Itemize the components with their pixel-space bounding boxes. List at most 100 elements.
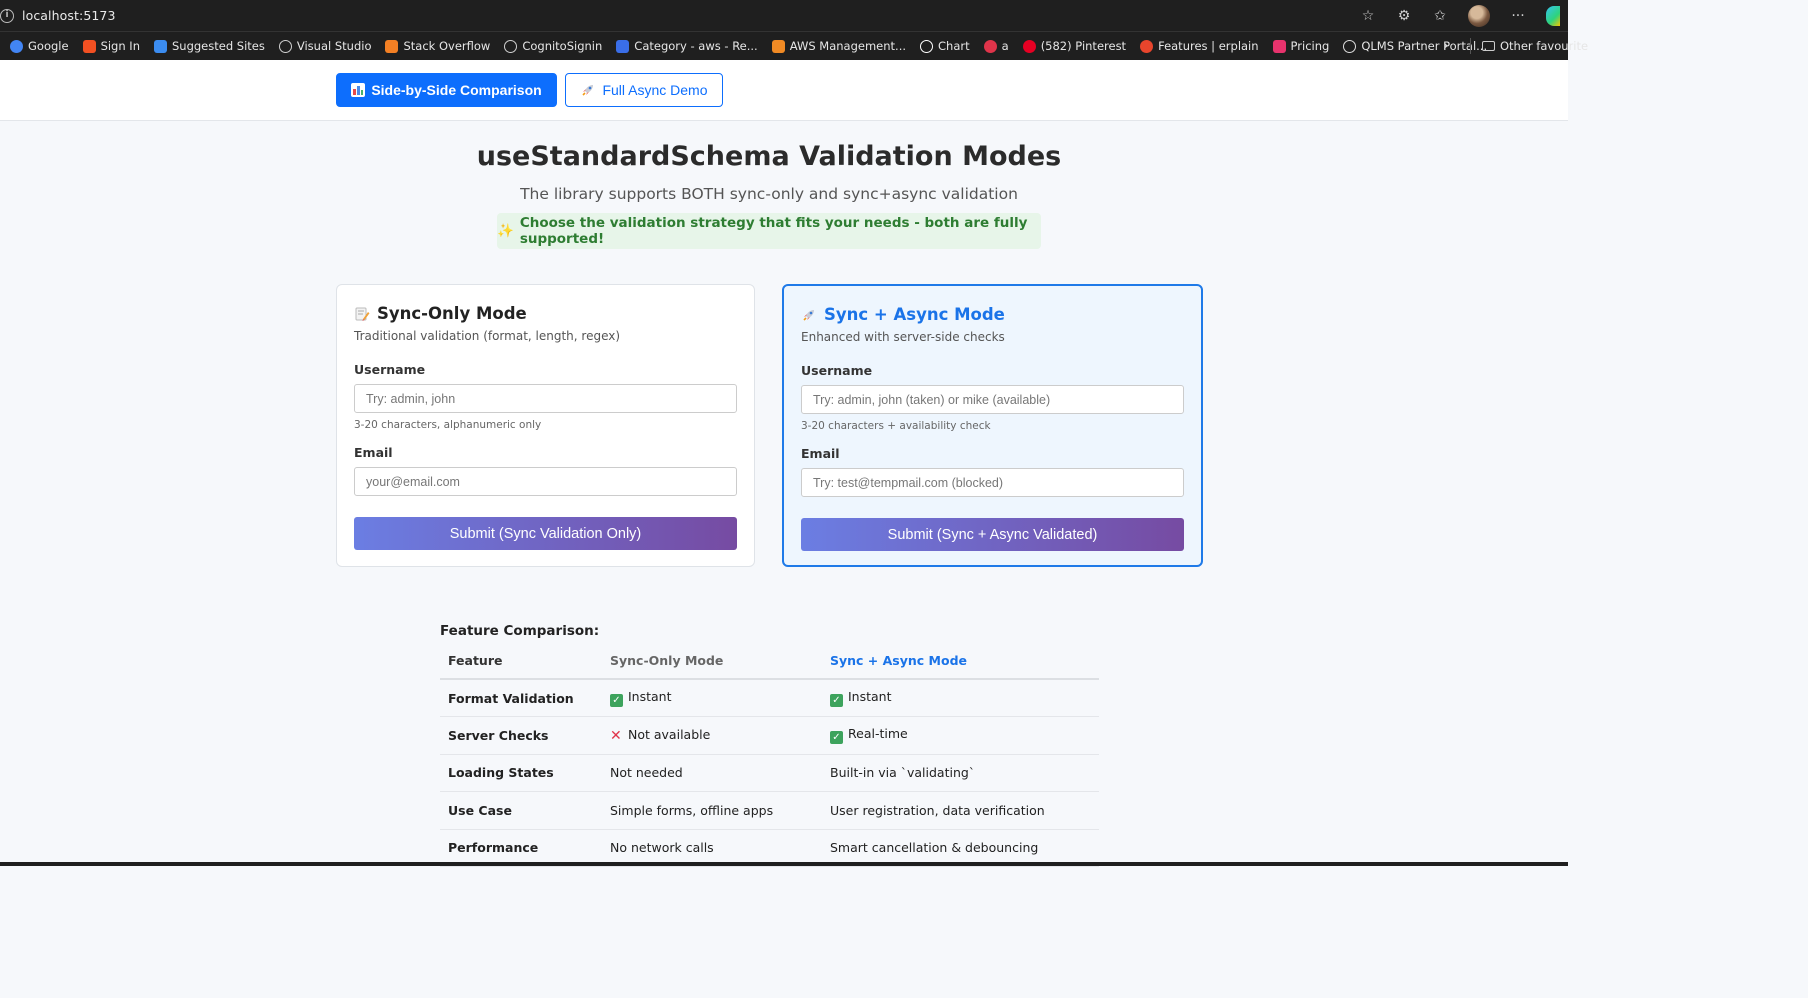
bookmark-label: CognitoSignin <box>522 39 603 53</box>
bookmark-item[interactable]: AWS Management... <box>771 39 906 53</box>
async-username-label: Username <box>801 363 873 378</box>
bookmarks-bar: Google Sign In Suggested Sites Visual Studi… <box>0 32 1588 60</box>
table-cell-feature: Loading States <box>440 754 610 792</box>
cell-text: No network calls <box>610 840 714 856</box>
bookmark-label: Suggested Sites <box>171 39 265 53</box>
more-options-icon[interactable]: ··· <box>1510 8 1526 24</box>
check-mark-icon: ✓ <box>830 694 843 707</box>
sync-email-label: Email <box>354 445 393 460</box>
browser-toolbar-right: ☆ ⚙ ✩ ··· <box>1360 0 1568 32</box>
sync-async-card: Sync + Async Mode Enhanced with server-s… <box>782 284 1203 567</box>
favorites-icon[interactable]: ✩ <box>1432 8 1448 24</box>
sparkles-icon: ✨ <box>497 223 514 239</box>
full-async-demo-label: Full Async Demo <box>602 82 708 98</box>
table-row: Format Validation ✓ Instant ✓ Instant <box>440 679 1099 717</box>
sync-card-title: Sync-Only Mode <box>354 304 737 323</box>
bookmark-item[interactable]: QLMS Partner Portal... <box>1343 39 1487 53</box>
bookmark-label: Chart <box>938 39 970 53</box>
cell-text: Server Checks <box>448 727 549 743</box>
github-icon <box>1343 39 1357 53</box>
favorite-star-icon[interactable]: ☆ <box>1360 8 1376 24</box>
header-feature: Feature <box>440 642 610 680</box>
bookmarks-divider <box>1470 38 1471 54</box>
table-cell-sync: ✓ Instant <box>610 679 830 717</box>
async-card-title-text: Sync + Async Mode <box>824 305 1005 324</box>
table-cell-feature: Use Case <box>440 791 610 830</box>
table-cell-async: User registration, data verification <box>830 791 1099 830</box>
side-by-side-comparison-button[interactable]: Side-by-Side Comparison <box>336 73 557 107</box>
cell-text: Loading States <box>448 765 554 781</box>
copilot-icon[interactable] <box>1546 6 1560 26</box>
check-mark-icon: ✓ <box>610 694 623 707</box>
cell-text: User registration, data verification <box>830 802 1045 818</box>
full-async-demo-button[interactable]: Full Async Demo <box>565 73 723 107</box>
rocket-icon <box>582 85 594 96</box>
cross-mark-icon: ✕ <box>610 727 622 744</box>
table-cell-feature: Format Validation <box>440 679 610 717</box>
bookmark-item[interactable]: Sign In <box>82 39 140 53</box>
comparison-title: Feature Comparison: <box>440 623 600 639</box>
microsoft-icon <box>82 39 96 53</box>
sync-only-card: Sync-Only Mode Traditional validation (f… <box>336 284 755 567</box>
cell-text: Use Case <box>448 802 512 818</box>
table-cell-sync: Not needed <box>610 754 830 792</box>
other-favourites-folder[interactable]: Other favourite <box>1482 39 1588 53</box>
bookmark-item[interactable]: Visual Studio <box>278 39 371 53</box>
cell-text: Instant <box>628 689 672 704</box>
async-email-label: Email <box>801 446 840 461</box>
stackoverflow-icon <box>385 39 399 53</box>
sync-submit-button[interactable]: Submit (Sync Validation Only) <box>354 517 737 550</box>
site-info-icon[interactable]: i <box>0 8 14 23</box>
extensions-icon[interactable]: ⚙ <box>1396 8 1412 24</box>
cell-text: Performance <box>448 840 539 856</box>
table-row: Server Checks ✕ Not available ✓ Real-time <box>440 716 1099 755</box>
bookmark-label: Pricing <box>1290 39 1330 53</box>
cell-text: Instant <box>848 689 892 704</box>
bookmark-item[interactable]: Chart <box>920 39 970 53</box>
bookmark-label: Google <box>28 39 69 53</box>
bookmark-item[interactable]: (582) Pinterest <box>1022 39 1127 53</box>
cell-text: Not needed <box>610 765 683 781</box>
globe-icon <box>278 39 292 53</box>
cell-text: Real-time <box>848 726 908 742</box>
sync-username-input[interactable]: Try: admin, john <box>354 384 737 413</box>
table-cell-feature: Server Checks <box>440 716 610 755</box>
page-title: useStandardSchema Validation Modes <box>476 141 1062 172</box>
async-username-input[interactable]: Try: admin, john (taken) or mike (availa… <box>801 385 1184 414</box>
cell-text: Format Validation <box>448 690 574 706</box>
profile-avatar[interactable] <box>1468 5 1490 27</box>
table-row: Loading States Not needed Built-in via `va… <box>440 754 1099 792</box>
async-submit-button[interactable]: Submit (Sync + Async Validated) <box>801 518 1184 551</box>
sync-email-input[interactable]: your@email.com <box>354 467 737 496</box>
bookmark-item[interactable]: Pricing <box>1272 39 1330 53</box>
bookmark-item[interactable]: Stack Overflow <box>385 39 490 53</box>
chevron-right-icon[interactable]: › <box>1443 38 1449 54</box>
bookmark-label: Category - aws - Re... <box>634 39 758 53</box>
cell-text: Smart cancellation & debouncing <box>830 840 1039 856</box>
bookmark-label: (582) Pinterest <box>1040 39 1127 53</box>
heart-icon <box>1272 39 1286 53</box>
side-by-side-comparison-label: Side-by-Side Comparison <box>371 82 542 98</box>
sync-card-description: Traditional validation (format, length, … <box>354 329 621 343</box>
bookmark-label: Stack Overflow <box>403 39 491 53</box>
async-email-input[interactable]: Try: test@tempmail.com (blocked) <box>801 468 1184 497</box>
pinterest-icon <box>1022 39 1036 53</box>
window-bottom-edge <box>0 862 1568 866</box>
table-cell-async: Smart cancellation & debouncing <box>830 829 1099 867</box>
comparison-header-row: Feature Sync-Only Mode Sync + Async Mode <box>440 642 1099 680</box>
header-sync-only: Sync-Only Mode <box>610 642 830 680</box>
table-cell-sync: Simple forms, offline apps <box>610 791 830 830</box>
cell-text: Not available <box>628 726 711 742</box>
bookmark-item[interactable]: Features | erplain <box>1140 39 1259 53</box>
bookmark-item[interactable]: CognitoSignin <box>504 39 602 53</box>
bookmark-label: Features | erplain <box>1158 39 1259 53</box>
bookmark-item[interactable]: Category - aws - Re... <box>616 39 758 53</box>
bookmark-item[interactable]: Google <box>10 39 69 53</box>
info-banner: ✨ Choose the validation strategy that fi… <box>497 213 1041 249</box>
table-cell-sync: ✕ Not available <box>610 716 830 755</box>
bookmark-label: QLMS Partner Portal... <box>1361 39 1488 53</box>
bookmark-item[interactable]: a <box>983 39 1009 53</box>
bookmark-item[interactable]: Suggested Sites <box>153 39 265 53</box>
aws-icon <box>616 39 630 53</box>
address-url[interactable]: localhost:5173 <box>22 8 116 23</box>
